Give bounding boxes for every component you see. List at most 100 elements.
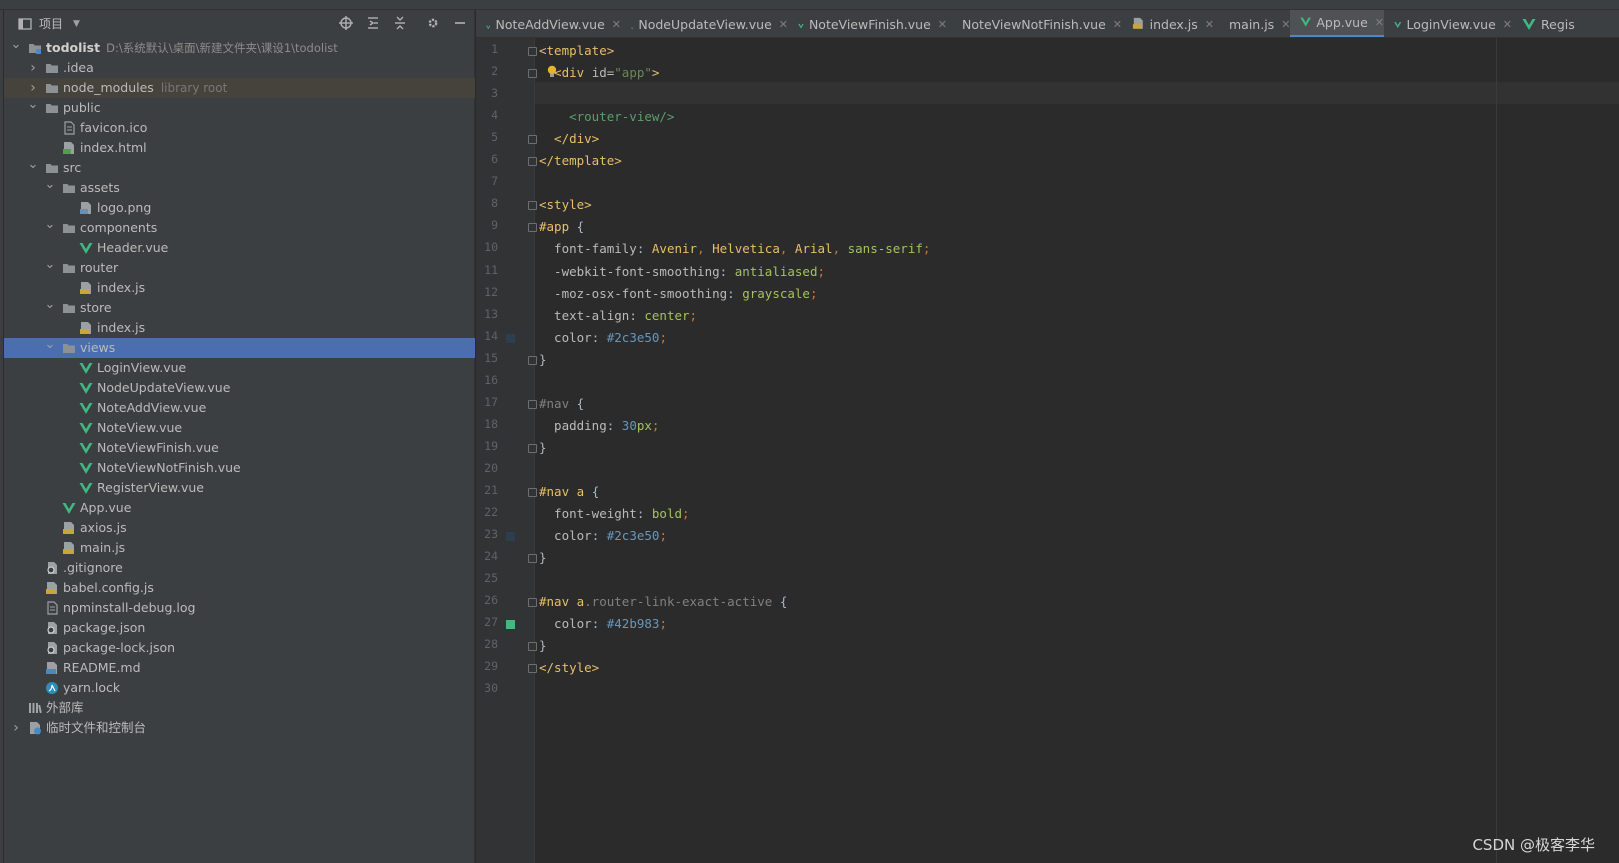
fold-marker-icon[interactable] [528, 642, 537, 652]
code-token: : [629, 307, 645, 323]
close-icon[interactable]: ✕ [612, 18, 621, 31]
editor-tab[interactable]: App.vue ✕ [1290, 10, 1384, 37]
close-icon[interactable]: ✕ [1503, 18, 1512, 31]
code-editor[interactable]: 1 2 3 4 5 6 7 8 9 10 11 12 13 14 15 16 17 18 19 20 21 22 23 24 2… [476, 38, 1619, 863]
fold-marker-icon[interactable] [528, 201, 537, 211]
tree-item[interactable]: NoteAddView.vue [4, 398, 475, 418]
tree-item[interactable]: package.json [4, 618, 475, 638]
fold-marker-icon[interactable] [528, 488, 537, 497]
tree-item[interactable]: index.html [4, 138, 475, 158]
chevron-down-icon[interactable]: ▼ [73, 19, 80, 29]
fold-marker-icon[interactable] [528, 443, 537, 453]
tree-item[interactable]: ⌄ public [4, 98, 475, 118]
tree-item[interactable]: NoteView.vue [4, 418, 475, 438]
editor-tab[interactable]: NoteAddView.vue ✕ [476, 10, 621, 37]
close-icon[interactable]: ✕ [779, 18, 788, 31]
fold-marker-icon[interactable] [528, 135, 537, 145]
fold-marker-icon[interactable] [528, 399, 537, 409]
close-icon[interactable]: ✕ [938, 18, 947, 31]
chevron-down-icon[interactable]: ⌄ [10, 38, 22, 58]
tree-item[interactable]: › .idea [4, 58, 475, 78]
chevron-down-icon[interactable]: ⌄ [44, 338, 56, 358]
fold-marker-icon[interactable] [528, 69, 537, 79]
tree-item[interactable]: yarn.lock [4, 678, 475, 698]
tree-item[interactable]: NoteViewNotFinish.vue [4, 458, 475, 478]
expand-all-icon[interactable] [364, 14, 381, 31]
tree-item[interactable]: NodeUpdateView.vue [4, 378, 475, 398]
chevron-down-icon[interactable]: ⌄ [44, 178, 56, 198]
chevron-right-icon[interactable]: › [10, 718, 22, 738]
code-line: } [539, 547, 547, 569]
tree-item[interactable]: ⌄ todolist D:\系统默认\桌面\新建文件夹\课设1\todolist [4, 38, 475, 58]
gear-icon[interactable] [424, 14, 441, 31]
tree-item[interactable]: NoteViewFinish.vue [4, 438, 475, 458]
color-swatch-icon[interactable] [506, 333, 515, 343]
chevron-right-icon[interactable]: › [27, 58, 39, 78]
code-line: <router-view/> [539, 106, 674, 128]
tree-item[interactable]: ⌄ src [4, 158, 475, 178]
chevron-down-icon[interactable]: ⌄ [27, 158, 39, 178]
chevron-down-icon[interactable]: ⌄ [44, 218, 56, 238]
tree-item[interactable]: main.js [4, 538, 475, 558]
tree-item[interactable]: index.js [4, 318, 475, 338]
editor-tab[interactable]: NodeUpdateView.vue ✕ [621, 10, 788, 37]
tree-item[interactable]: ⌄ components [4, 218, 475, 238]
tree-item[interactable]: Header.vue [4, 238, 475, 258]
fold-marker-icon[interactable] [528, 355, 537, 365]
tree-item[interactable]: README.md [4, 658, 475, 678]
fold-marker-icon[interactable] [528, 664, 537, 674]
tree-item[interactable]: axios.js [4, 518, 475, 538]
close-icon[interactable]: ✕ [1113, 18, 1122, 31]
fold-marker-icon[interactable] [528, 223, 537, 233]
fold-marker-icon[interactable] [528, 554, 537, 564]
tree-item[interactable]: favicon.ico [4, 118, 475, 138]
code-token: : [636, 241, 652, 257]
tree-item[interactable]: LoginView.vue [4, 358, 475, 378]
tree-item[interactable]: .gitignore [4, 558, 475, 578]
tree-item[interactable]: babel.config.js [4, 578, 475, 598]
js-icon [62, 541, 76, 555]
tree-item[interactable]: 外部库 [4, 698, 475, 718]
color-swatch-icon[interactable] [506, 620, 515, 630]
tree-item-label: logo.png [97, 200, 152, 215]
editor-tab[interactable]: index.js ✕ [1122, 10, 1214, 37]
tree-item[interactable]: RegisterView.vue [4, 478, 475, 498]
chevron-right-icon[interactable]: › [27, 78, 39, 98]
chevron-down-icon[interactable]: ⌄ [44, 298, 56, 318]
tree-item[interactable]: npminstall-debug.log [4, 598, 475, 618]
chevron-down-icon[interactable]: ⌄ [44, 258, 56, 278]
hide-panel-icon[interactable] [451, 14, 468, 31]
editor-tab[interactable]: NoteViewNotFinish.vue ✕ [947, 10, 1122, 37]
editor-tab[interactable]: main.js ✕ [1214, 10, 1290, 37]
tree-item[interactable]: ⌄ views [4, 338, 475, 358]
close-icon[interactable]: ✕ [1205, 18, 1214, 31]
editor-tab[interactable]: Regis [1512, 10, 1619, 37]
locate-file-icon[interactable] [337, 14, 354, 31]
tree-item[interactable]: ⌄ router [4, 258, 475, 278]
fold-marker-icon[interactable] [528, 598, 537, 608]
tree-item[interactable]: › 临时文件和控制台 [4, 718, 475, 738]
tree-item[interactable]: package-lock.json [4, 638, 475, 658]
vue-icon [62, 501, 76, 515]
tree-item[interactable]: App.vue [4, 498, 475, 518]
tree-item[interactable]: ⌄ assets [4, 178, 475, 198]
tree-item[interactable]: › node_modules library root [4, 78, 475, 98]
color-swatch-icon[interactable] [506, 532, 515, 542]
tree-item[interactable]: index.js [4, 278, 475, 298]
tree-item[interactable]: ⌄ store [4, 298, 475, 318]
code-line: -webkit-font-smoothing: antialiased; [539, 261, 825, 283]
image-icon [79, 201, 93, 215]
code-token: } [539, 638, 547, 654]
code-token: -webkit-font-smoothing [539, 263, 720, 279]
collapse-all-icon[interactable] [391, 14, 408, 31]
close-icon[interactable]: ✕ [1375, 16, 1384, 29]
editor-tab[interactable]: LoginView.vue ✕ [1384, 10, 1512, 37]
line-number: 19 [484, 438, 498, 453]
tree-item[interactable]: logo.png [4, 198, 475, 218]
code-token: ; [682, 506, 690, 522]
chevron-down-icon[interactable]: ⌄ [27, 98, 39, 118]
project-panel-title[interactable]: 项目 [39, 15, 63, 32]
fold-marker-icon[interactable] [528, 47, 537, 56]
fold-marker-icon[interactable] [528, 157, 537, 167]
editor-tab[interactable]: NoteViewFinish.vue ✕ [788, 10, 947, 37]
